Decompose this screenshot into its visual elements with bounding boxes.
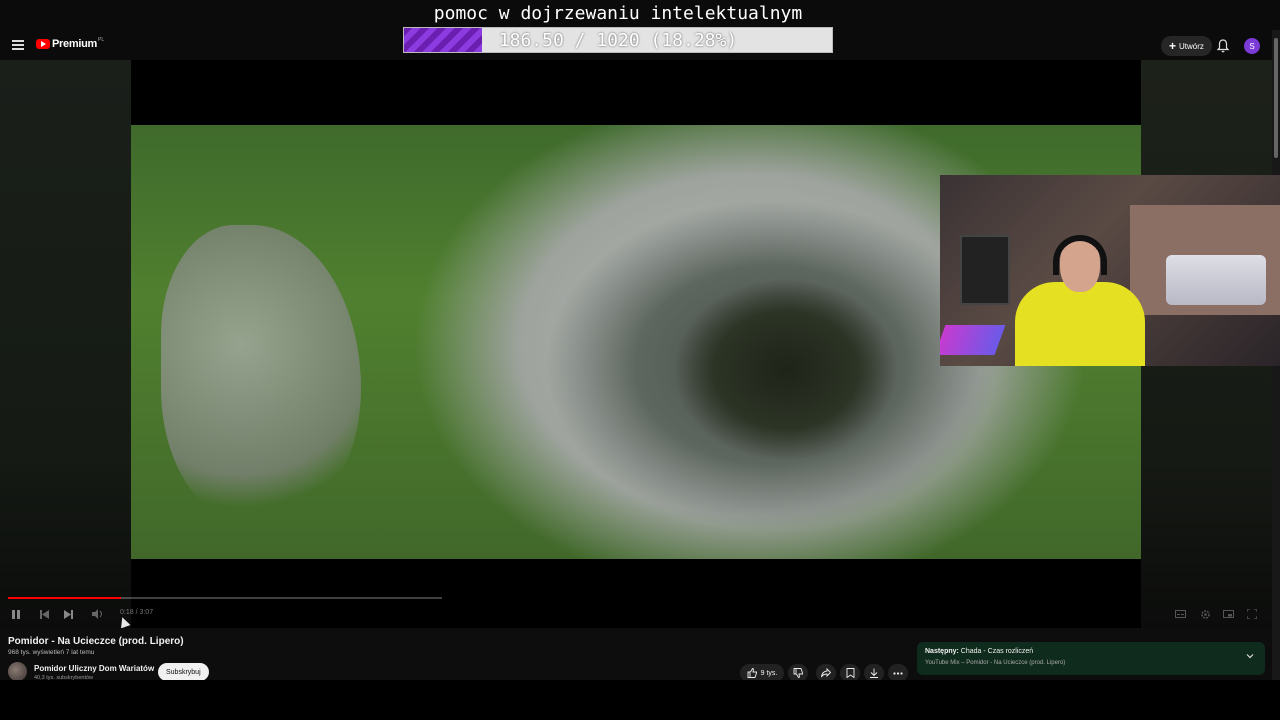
create-button-label: Utwórz xyxy=(1179,41,1204,51)
youtube-logo[interactable]: Premium PL xyxy=(36,37,105,50)
up-next-card[interactable]: Następny: Chada - Czas rozliczeń YouTube… xyxy=(917,642,1265,675)
volume-icon xyxy=(92,609,102,619)
webcam-keyboard xyxy=(940,325,1006,355)
video-scenery xyxy=(161,225,361,525)
headphones-icon xyxy=(1053,235,1107,275)
account-avatar[interactable]: S xyxy=(1244,38,1260,54)
subtitles-icon xyxy=(1174,610,1186,618)
scrollbar-thumb[interactable] xyxy=(1274,38,1278,158)
seek-bar[interactable] xyxy=(8,597,442,599)
plus-icon: + xyxy=(1169,39,1177,53)
up-next-video-title: Chada - Czas rozliczeń xyxy=(960,648,1034,655)
fullscreen-icon xyxy=(1247,609,1257,619)
pause-button[interactable] xyxy=(10,607,22,621)
subtitles-button[interactable] xyxy=(1174,607,1186,621)
webcam-overlay xyxy=(940,175,1280,366)
next-icon xyxy=(63,609,73,619)
time-display: 0:18 / 3:07 xyxy=(120,609,154,616)
more-horizontal-icon xyxy=(893,671,903,675)
share-icon xyxy=(821,668,831,678)
webcam-air-conditioner xyxy=(1166,255,1266,305)
pause-icon xyxy=(12,609,20,619)
settings-button[interactable] xyxy=(1198,607,1212,621)
create-button[interactable]: + Utwórz xyxy=(1161,36,1212,56)
previous-button[interactable] xyxy=(38,607,50,621)
like-count: 9 tys. xyxy=(760,669,778,677)
masthead: Premium PL + Utwórz S xyxy=(0,32,1272,60)
up-next-prefix: Następny: xyxy=(925,648,959,655)
miniplayer-button[interactable] xyxy=(1222,607,1234,621)
download-icon xyxy=(870,668,878,678)
goal-title: pomoc w dojrzewaniu intelektualnym xyxy=(433,3,803,24)
youtube-play-icon xyxy=(36,39,50,49)
thumbs-down-icon xyxy=(793,668,803,678)
chevron-down-icon[interactable] xyxy=(1245,651,1255,661)
up-next-playlist: YouTube Mix – Pomidor - Na Ucieczce (pro… xyxy=(925,660,1066,666)
channel-avatar[interactable] xyxy=(8,662,27,681)
logo-country-code: PL xyxy=(97,37,105,43)
up-next-title: Następny: Chada - Czas rozliczeń xyxy=(925,648,1033,655)
fullscreen-button[interactable] xyxy=(1246,607,1258,621)
miniplayer-icon xyxy=(1222,610,1234,618)
video-views-date[interactable]: 968 tys. wyświetleń 7 lat temu xyxy=(8,649,94,656)
menu-icon[interactable] xyxy=(12,40,24,50)
ambient-left xyxy=(0,60,131,628)
previous-icon xyxy=(39,609,49,619)
video-title: Pomidor - Na Ucieczce (prod. Lipero) xyxy=(8,636,184,647)
webcam-pc-case xyxy=(960,235,1010,305)
streamer-shirt xyxy=(1015,282,1145,366)
next-button[interactable] xyxy=(62,607,74,621)
gear-icon xyxy=(1200,609,1210,619)
seek-bar-played xyxy=(8,597,121,599)
subscribe-button[interactable]: Subskrybuj xyxy=(158,663,209,681)
thumbs-up-icon xyxy=(747,668,757,678)
logo-text: Premium xyxy=(52,38,97,50)
mute-button[interactable] xyxy=(91,607,105,621)
channel-name[interactable]: Pomidor Uliczny Dom Wariatów xyxy=(34,664,154,673)
screen: pomoc w dojrzewaniu intelektualnym 186.5… xyxy=(0,0,1280,720)
bookmark-icon xyxy=(846,668,854,678)
notifications-bell-icon[interactable] xyxy=(1217,39,1229,53)
webcam-streamer xyxy=(1015,235,1145,366)
bottom-letterbox xyxy=(0,680,1280,720)
